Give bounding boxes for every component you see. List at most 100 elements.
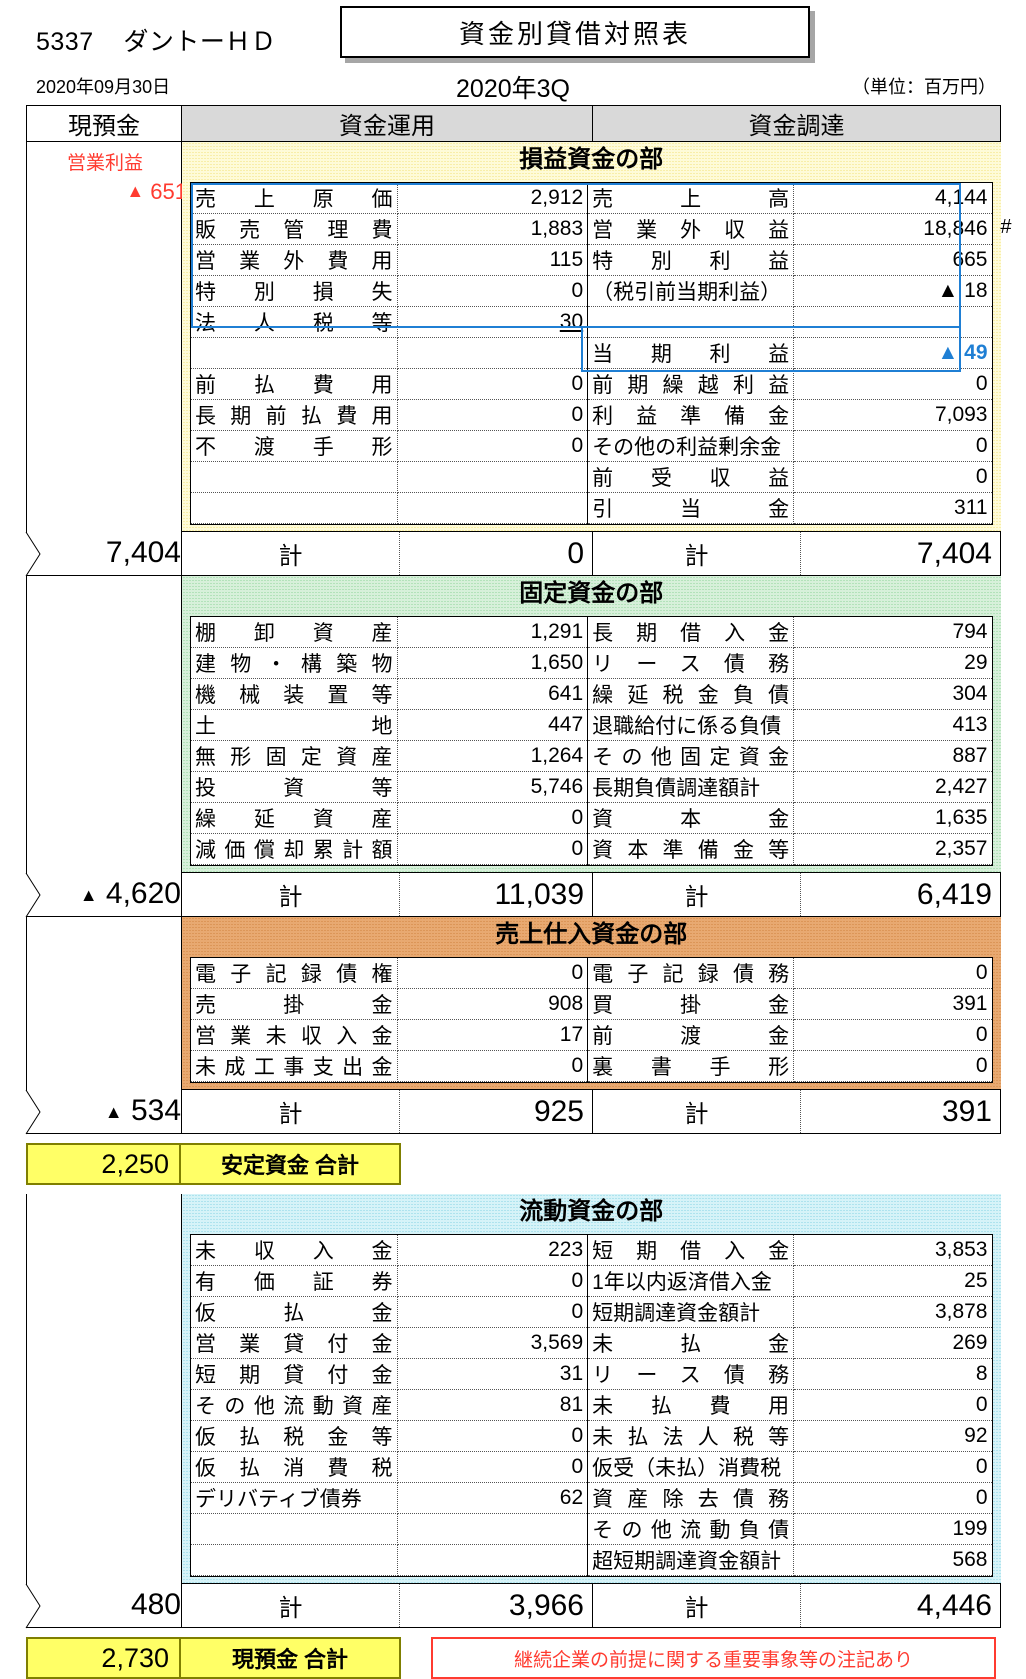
line-item-label: 建物・構築物 <box>191 647 398 679</box>
line-item-value: 0 <box>397 958 589 989</box>
line-item-value: 0 <box>397 368 589 400</box>
ledger-row: 前受収益 0 <box>191 461 992 493</box>
ledger-row: その他流動資産 81 未払費用 0 <box>191 1389 992 1421</box>
line-item-label: 長期前払費用 <box>191 399 398 431</box>
line-item-label: 短期借入金 <box>587 1235 795 1266</box>
section-pl: 営業利益 ▲ 651 損益資金の部 売上原価 2,912 売上高 4,144 販売管理費… <box>25 142 1012 576</box>
ledger-row: 前払費用 0 前期繰越利益 0 <box>191 368 992 400</box>
ledger-row: 売掛金 908 買掛金 391 <box>191 988 992 1020</box>
line-item-value: 115 <box>397 244 589 276</box>
empty-cell <box>191 337 398 369</box>
line-item-label: 特別損失 <box>191 275 398 307</box>
line-item-value: 0 <box>793 1019 992 1051</box>
line-item-value: 0 <box>793 430 992 462</box>
line-item-value: 0 <box>793 368 992 400</box>
line-item-label: 繰延資産 <box>191 802 398 834</box>
ledger-row: その他流動負債 199 <box>191 1513 992 1545</box>
line-item-label: 営業未収入金 <box>191 1019 398 1051</box>
section-cash-cell <box>26 576 182 873</box>
col-header-use: 資金運用 <box>181 105 593 142</box>
line-item-label: 資本準備金等 <box>587 833 795 865</box>
section-body: 売上原価 2,912 売上高 4,144 販売管理費 1,883 営業外収益 18,846 # 営… <box>181 178 1012 532</box>
ledger-row: 機械装置等 641 繰延税金負債 304 <box>191 678 992 710</box>
line-item-value: 7,093 <box>793 399 992 431</box>
ledger-row: 未成工事支出金 0 裏書手形 0 <box>191 1050 992 1082</box>
line-item-label: 販売管理費 <box>191 213 398 245</box>
ledger-row: 棚卸資産 1,291 長期借入金 794 <box>191 617 992 648</box>
line-item-label: 裏書手形 <box>587 1050 795 1082</box>
line-item-value: 17 <box>397 1019 589 1051</box>
line-item-label: 買掛金 <box>587 988 795 1020</box>
ledger-row: 当期利益 ▲ 49 <box>191 337 992 369</box>
operating-profit-value: ▲ 651 <box>126 179 187 204</box>
line-item-value: 62 <box>397 1482 589 1514</box>
empty-cell <box>397 337 589 369</box>
line-item-label: 仮受（未払）消費税 <box>587 1451 795 1483</box>
ledger-row: 未収入金 223 短期借入金 3,853 <box>191 1235 992 1266</box>
total-label-right: 計 <box>592 1089 801 1134</box>
line-item-value: 641 <box>397 678 589 710</box>
total-value-right: 7,404 <box>800 531 1001 576</box>
line-item-label: 営業外収益 <box>587 213 795 245</box>
section-total-row: 480 計 3,966 計 4,446 <box>25 1583 1001 1628</box>
line-item-label: 土地 <box>191 709 398 741</box>
company-code: 5337 <box>36 28 94 56</box>
line-item-value: ▲ 18 <box>793 275 992 307</box>
col-header-source: 資金調達 <box>592 105 1001 142</box>
report-title-box: 資金別貸借対照表 <box>340 6 810 58</box>
section-ledger: 棚卸資産 1,291 長期借入金 794 建物・構築物 1,650 リース債務 29 機械装置等… <box>191 617 992 865</box>
section-liquid: 流動資金の部 未収入金 223 短期借入金 3,853 有価証券 0 1年以内返済借入金 25… <box>25 1194 1001 1628</box>
total-label-right: 計 <box>592 531 801 576</box>
line-item-value: 0 <box>397 1420 589 1452</box>
line-item-label: 電子記録債権 <box>191 958 398 989</box>
line-item-label: 未成工事支出金 <box>191 1050 398 1082</box>
line-item-value: 1,635 <box>793 802 992 834</box>
line-item-label: 未収入金 <box>191 1235 398 1266</box>
operating-profit-label: 営業利益 <box>67 153 144 174</box>
line-item-value: 0 <box>397 275 589 307</box>
ledger-row: 営業外費用 115 特別利益 665 <box>191 244 992 276</box>
total-notch-icon <box>25 1089 41 1134</box>
line-item-label: 有価証券 <box>191 1265 398 1297</box>
empty-cell <box>397 1513 589 1545</box>
line-item-value: 665 <box>793 244 992 276</box>
section-trade: 売上仕入資金の部 電子記録債権 0 電子記録債務 0 売掛金 908 買掛金 391 営業未収入… <box>25 917 1001 1134</box>
line-item-value: 30 <box>397 306 589 338</box>
line-item-label: その他固定資金 <box>587 740 795 772</box>
line-item-value: 3,853 <box>793 1235 992 1266</box>
ledger-row: 販売管理費 1,883 営業外収益 18,846 # <box>191 213 1012 245</box>
total-label-left: 計 <box>181 1583 400 1628</box>
line-item-value: 1,264 <box>397 740 589 772</box>
section-banner: 売上仕入資金の部 <box>181 917 1001 953</box>
line-item-label: 機械装置等 <box>191 678 398 710</box>
col-header-cash: 現預金 <box>26 105 182 142</box>
stable-funds-summary: 2,250 安定資金 合計 <box>26 1143 1000 1185</box>
line-item-value: 31 <box>397 1358 589 1390</box>
total-value-right: 4,446 <box>800 1583 1001 1628</box>
line-item-label: その他流動資産 <box>191 1389 398 1421</box>
line-item-label: 投資等 <box>191 771 398 803</box>
section-cash-total: ▲ 534 <box>25 1089 182 1134</box>
line-item-label: 前受収益 <box>587 461 795 493</box>
section-total-row: ▲ 534 計 925 計 391 <box>25 1089 1001 1134</box>
ledger-row: 有価証券 0 1年以内返済借入金 25 <box>191 1265 992 1297</box>
empty-cell <box>191 1544 398 1576</box>
line-item-label: 特別利益 <box>587 244 795 276</box>
report-title: 資金別貸借対照表 <box>458 18 691 49</box>
line-item-value: 0 <box>397 833 589 865</box>
sections-container: 営業利益 ▲ 651 損益資金の部 売上原価 2,912 売上高 4,144 販売管理費… <box>25 142 1012 1679</box>
line-item-label: 不渡手形 <box>191 430 398 462</box>
line-item-value: 0 <box>397 1451 589 1483</box>
line-item-label: 未払法人税等 <box>587 1420 795 1452</box>
line-item-value: 0 <box>397 1050 589 1082</box>
line-item-value: 1,650 <box>397 647 589 679</box>
ledger-row: 建物・構築物 1,650 リース債務 29 <box>191 647 992 679</box>
line-item-label: その他流動負債 <box>587 1513 795 1545</box>
line-item-label: 営業貸付金 <box>191 1327 398 1359</box>
line-item-value: 8 <box>793 1358 992 1390</box>
line-item-value: 18,846 # <box>793 213 1012 245</box>
line-item-value: 0 <box>397 802 589 834</box>
line-item-value: 81 <box>397 1389 589 1421</box>
line-item-label: 仮払金 <box>191 1296 398 1328</box>
section-body: 棚卸資産 1,291 長期借入金 794 建物・構築物 1,650 リース債務 29 機械装置等… <box>181 612 1001 873</box>
